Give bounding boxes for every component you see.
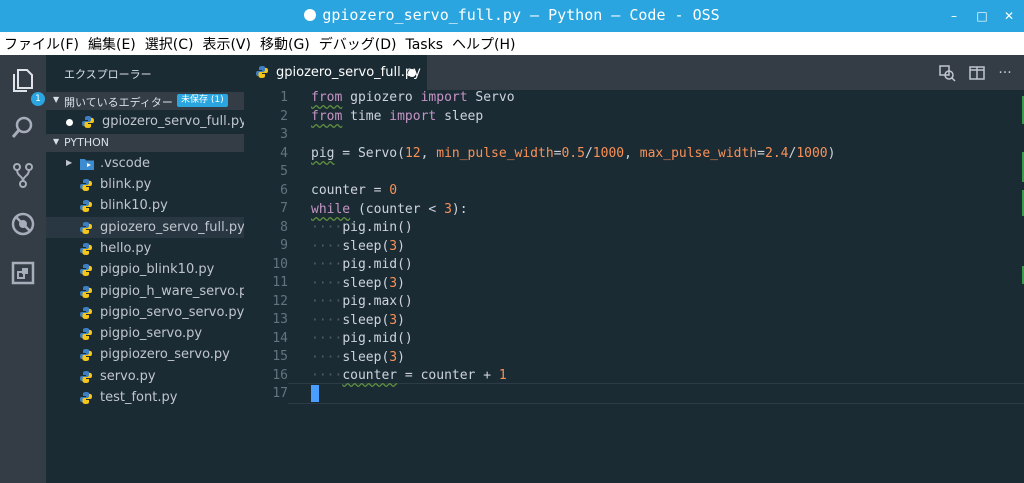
explorer-badge: 1 (31, 92, 45, 106)
file-item[interactable]: pigpio_servo_servo.py (46, 302, 244, 323)
code-line-8: ····pig.min() (311, 220, 413, 235)
code-line-11: ····sleep(3) (311, 276, 405, 291)
file-item[interactable]: pigpio_h_ware_servo.py (46, 281, 255, 302)
menu-edit[interactable]: 編集(E) (84, 32, 141, 54)
unsaved-dot-icon (66, 119, 73, 126)
menu-bar: ファイル(F) 編集(E) 選択(C) 表示(V) 移動(G) デバッグ(D) Tasks ヘ… (0, 32, 1024, 55)
text-cursor (311, 385, 319, 402)
line-number: 15 (272, 349, 288, 364)
code-line-10: ····pig.mid() (311, 257, 413, 272)
code-line-9: ····sleep(3) (311, 239, 405, 254)
code-line-14: ····pig.mid() (311, 331, 413, 346)
menu-view[interactable]: 表示(V) (198, 32, 256, 54)
open-editor-item[interactable]: gpiozero_servo_full.py (46, 111, 247, 132)
file-item[interactable]: blink10.py (46, 195, 244, 216)
python-file-icon (82, 116, 94, 128)
python-file-icon (80, 264, 92, 277)
python-file-icon (80, 242, 92, 255)
split-editor-icon[interactable] (968, 64, 986, 82)
file-item[interactable]: pigpiozero_servo.py (46, 344, 244, 365)
code-line-4: pig = Servo(12, min_pulse_width=0.5/1000… (311, 146, 836, 161)
code-line-16: ····counter = counter + 1 (311, 368, 507, 383)
code-editor[interactable]: 1 2 3 4 5 6 7 8 9 10 11 12 13 14 15 16 17 from gpiozero … (244, 90, 1024, 483)
unsaved-badge: 未保存 (1) (177, 94, 228, 107)
python-file-icon (256, 66, 268, 78)
title-bar: gpiozero_servo_full.py — Python — Code -… (0, 0, 1024, 32)
line-number: 10 (272, 256, 288, 272)
line-number: 3 (280, 127, 288, 142)
menu-debug[interactable]: デバッグ(D) (315, 32, 402, 54)
minimize-button[interactable]: – (945, 7, 963, 25)
explorer-icon[interactable]: 1 (9, 66, 45, 106)
open-editors-header[interactable]: ▼ 開いているエディター 未保存 (1) (46, 92, 244, 110)
editor-area: gpiozero_servo_full.py ··· 1 2 3 4 5 6 7 8 9 10 11… (244, 55, 1024, 483)
current-line-highlight (288, 383, 1024, 404)
menu-help[interactable]: ヘルプ(H) (448, 32, 520, 54)
line-number: 5 (280, 164, 288, 179)
code-line-1: from gpiozero import Servo (311, 90, 515, 105)
file-item[interactable]: servo.py (46, 366, 244, 387)
close-button[interactable]: ✕ (1000, 7, 1018, 25)
chevron-down-icon: ▼ (53, 95, 60, 104)
maximize-button[interactable]: □ (973, 7, 991, 25)
python-file-icon (80, 306, 92, 319)
open-changes-icon[interactable] (938, 64, 956, 82)
line-number: 7 (280, 201, 288, 216)
chevron-right-icon: ▶ (66, 158, 73, 167)
code-line-12: ····pig.max() (311, 294, 413, 309)
file-item[interactable]: blink.py (46, 174, 244, 195)
python-file-icon (80, 285, 92, 298)
tab-bar: gpiozero_servo_full.py ··· (244, 55, 1024, 90)
chevron-down-icon: ▼ (53, 137, 60, 146)
menu-tasks[interactable]: Tasks (401, 35, 448, 53)
window-title: gpiozero_servo_full.py — Python — Code -… (0, 6, 1024, 24)
more-actions-icon[interactable]: ··· (996, 64, 1014, 82)
extensions-icon[interactable] (9, 259, 37, 287)
line-number: 9 (280, 238, 288, 253)
unsaved-dot-icon (304, 9, 317, 21)
file-item[interactable]: gpiozero_servo_full.py (46, 216, 245, 238)
python-file-icon (80, 221, 92, 234)
line-number: 17 (272, 386, 288, 401)
file-item[interactable]: hello.py (46, 238, 244, 259)
python-file-icon (80, 392, 92, 404)
menu-selection[interactable]: 選択(C) (141, 32, 199, 54)
python-file-icon (80, 370, 92, 383)
line-number: 1 (280, 90, 288, 105)
vscode-folder-icon (80, 159, 94, 170)
folder-item[interactable]: ▶ .vscode (46, 153, 244, 174)
line-number: 8 (280, 219, 288, 235)
menu-file[interactable]: ファイル(F) (0, 32, 84, 54)
sidebar-title: エクスプローラー (64, 68, 152, 81)
source-control-icon[interactable] (9, 161, 37, 189)
search-icon[interactable] (9, 114, 37, 142)
file-item[interactable]: test_font.py (46, 387, 244, 408)
line-number: 13 (272, 312, 288, 327)
line-number: 14 (272, 330, 288, 346)
python-file-icon (80, 179, 92, 191)
menu-go[interactable]: 移動(G) (256, 32, 315, 54)
line-number: 4 (280, 145, 288, 161)
code-line-15: ····sleep(3) (311, 350, 405, 365)
line-number: 12 (272, 293, 288, 309)
code-line-13: ····sleep(3) (311, 313, 405, 328)
python-file-icon (80, 349, 92, 362)
python-file-icon (80, 200, 92, 213)
code-line-2: from time import sleep (311, 109, 484, 124)
line-number: 2 (280, 108, 288, 124)
explorer-sidebar: エクスプローラー ▼ 開いているエディター 未保存 (1) gpiozero_s… (46, 55, 255, 483)
file-item[interactable]: pigpio_servo.py (46, 323, 244, 344)
line-number: 11 (272, 275, 288, 290)
activity-bar: 1 (0, 55, 46, 483)
debug-icon[interactable] (9, 210, 37, 238)
line-number: 6 (280, 182, 288, 198)
file-item[interactable]: pigpio_blink10.py (46, 259, 244, 280)
editor-tab[interactable]: gpiozero_servo_full.py (244, 55, 427, 90)
project-header[interactable]: ▼ PYTHON (46, 134, 244, 152)
line-number: 16 (272, 367, 288, 383)
code-line-6: counter = 0 (311, 183, 398, 198)
code-line-7: while (counter < 3): (311, 202, 468, 217)
python-file-icon (80, 328, 92, 341)
unsaved-dot-icon[interactable] (408, 69, 416, 77)
